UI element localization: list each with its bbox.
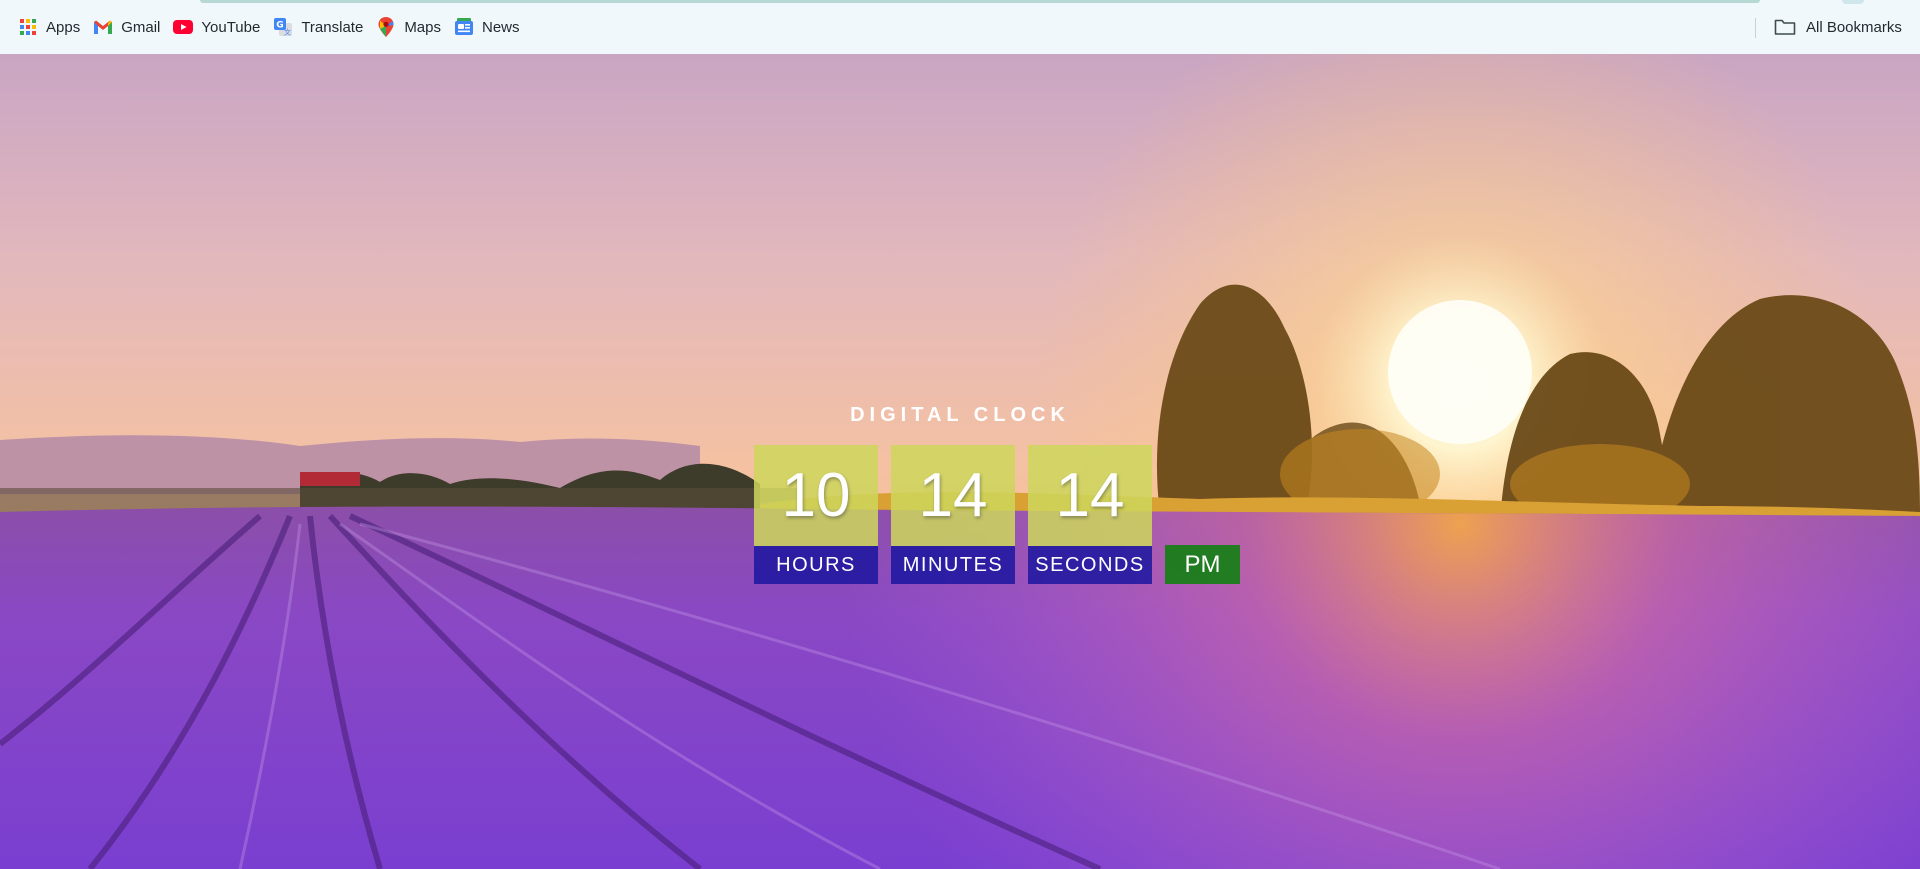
seconds-value: 14 xyxy=(1028,445,1152,546)
all-bookmarks-label: All Bookmarks xyxy=(1806,18,1902,36)
minutes-value: 14 xyxy=(891,445,1015,546)
bookmark-translate[interactable]: G 文 Translate xyxy=(269,11,372,43)
apps-grid-icon xyxy=(18,17,38,37)
clock-title: DIGITAL CLOCK xyxy=(850,404,1070,426)
bookmarks-list: Apps Gmail YouTube G 文 Translate Maps Ne… xyxy=(14,0,529,54)
seconds-label: SECONDS xyxy=(1028,546,1152,584)
hours-value: 10 xyxy=(754,445,878,546)
maps-icon xyxy=(376,17,396,37)
bookmark-apps-label: Apps xyxy=(46,18,81,36)
profile-button-edge[interactable] xyxy=(1842,0,1864,4)
seconds-unit: 14 SECONDS xyxy=(1028,445,1152,584)
hours-label: HOURS xyxy=(754,546,878,584)
hours-unit: 10 HOURS xyxy=(754,445,878,584)
bookmarks-bar: Apps Gmail YouTube G 文 Translate Maps Ne… xyxy=(0,0,1920,54)
page-content: DIGITAL CLOCK 10 HOURS 14 MINUTES 14 SEC… xyxy=(0,54,1920,869)
bookmarks-separator xyxy=(1755,18,1756,38)
bookmark-youtube[interactable]: YouTube xyxy=(169,11,269,43)
bookmark-gmail[interactable]: Gmail xyxy=(89,11,169,43)
all-bookmarks-button[interactable]: All Bookmarks xyxy=(1774,11,1902,43)
bookmark-news-label: News xyxy=(482,18,520,36)
folder-icon xyxy=(1774,17,1796,37)
svg-text:文: 文 xyxy=(284,28,291,37)
minutes-unit: 14 MINUTES xyxy=(891,445,1015,584)
bookmark-news[interactable]: News xyxy=(450,11,529,43)
gmail-icon xyxy=(93,17,113,37)
am-pm-indicator: PM xyxy=(1165,545,1240,584)
translate-icon: G 文 xyxy=(273,17,293,37)
bookmark-youtube-label: YouTube xyxy=(201,18,261,36)
bookmark-gmail-label: Gmail xyxy=(121,18,161,36)
bookmark-maps-label: Maps xyxy=(404,18,441,36)
youtube-icon xyxy=(173,17,194,37)
bookmark-maps[interactable]: Maps xyxy=(372,11,450,43)
bookmark-apps[interactable]: Apps xyxy=(14,11,89,43)
svg-text:G: G xyxy=(277,21,284,31)
news-icon xyxy=(454,17,474,37)
minutes-label: MINUTES xyxy=(891,546,1015,584)
bookmark-translate-label: Translate xyxy=(301,18,364,36)
